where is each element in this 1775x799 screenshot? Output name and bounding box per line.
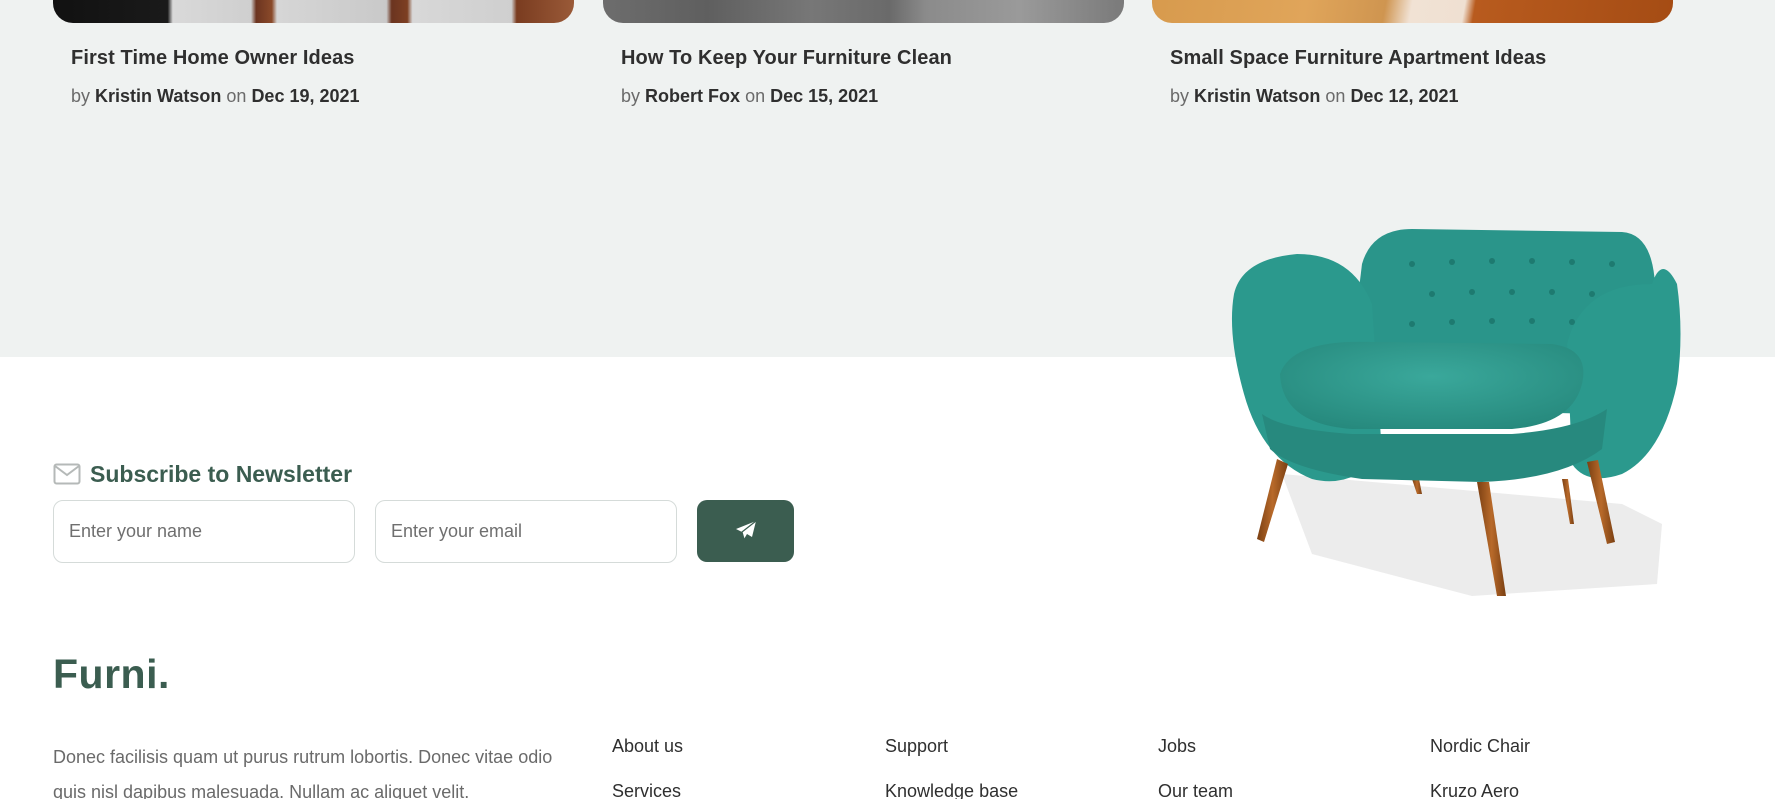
newsletter-section: Subscribe to Newsletter	[53, 458, 794, 563]
newsletter-form	[53, 500, 794, 563]
post-date: Dec 19, 2021	[251, 86, 360, 106]
post-author: Robert Fox	[645, 86, 741, 106]
post-date: Dec 15, 2021	[770, 86, 879, 106]
footer-link-column: About us Services	[612, 736, 852, 799]
footer-link-services[interactable]: Services	[612, 781, 681, 799]
footer-link-item: About us	[612, 736, 852, 781]
footer-link-kruzo-aero[interactable]: Kruzo Aero	[1430, 781, 1519, 799]
footer-link-about-us[interactable]: About us	[612, 736, 683, 756]
footer-link-jobs[interactable]: Jobs	[1158, 736, 1196, 756]
footer-link-nordic-chair[interactable]: Nordic Chair	[1430, 736, 1530, 756]
by-label: by	[71, 86, 91, 106]
newsletter-heading: Subscribe to Newsletter	[53, 458, 352, 490]
subscribe-button[interactable]	[697, 500, 794, 562]
armchair-illustration	[1231, 229, 1681, 596]
post-date: Dec 12, 2021	[1350, 86, 1459, 106]
email-input[interactable]	[375, 500, 677, 563]
footer-link-item: Our team	[1158, 781, 1398, 799]
by-label: by	[621, 86, 641, 106]
blog-post-meta: by Kristin Watson on Dec 12, 2021	[1170, 86, 1670, 107]
footer-link-item: Kruzo Aero	[1430, 781, 1670, 799]
footer-link-item: Support	[885, 736, 1125, 781]
footer-link-column: Nordic Chair Kruzo Aero	[1430, 736, 1670, 799]
footer-link-support[interactable]: Support	[885, 736, 948, 756]
blog-post-meta: by Kristin Watson on Dec 19, 2021	[71, 86, 571, 107]
name-input[interactable]	[53, 500, 355, 563]
footer-link-item: Nordic Chair	[1430, 736, 1670, 781]
post-author: Kristin Watson	[1194, 86, 1321, 106]
newsletter-title: Subscribe to Newsletter	[90, 460, 353, 487]
on-label: on	[1325, 86, 1346, 106]
blog-post-title[interactable]: How To Keep Your Furniture Clean	[621, 47, 1121, 70]
blog-post-title[interactable]: First Time Home Owner Ideas	[71, 47, 571, 70]
footer-link-column: Jobs Our team	[1158, 736, 1398, 799]
blog-post-body: First Time Home Owner Ideas by Kristin W…	[71, 47, 571, 107]
blog-post-meta: by Robert Fox on Dec 15, 2021	[621, 86, 1121, 107]
blog-post-title[interactable]: Small Space Furniture Apartment Ideas	[1170, 47, 1670, 70]
blog-post-body: How To Keep Your Furniture Clean by Robe…	[621, 47, 1121, 107]
paper-plane-icon	[735, 520, 757, 543]
footer-link-item: Jobs	[1158, 736, 1398, 781]
blog-post-image[interactable]	[603, 0, 1124, 23]
footer-logo[interactable]: Furni.	[53, 654, 170, 695]
on-label: on	[226, 86, 247, 106]
footer-link-our-team[interactable]: Our team	[1158, 781, 1233, 799]
footer-link-column: Support Knowledge base	[885, 736, 1125, 799]
blog-post-image[interactable]	[1152, 0, 1673, 23]
by-label: by	[1170, 86, 1190, 106]
footer-about-text: Donec facilisis quam ut purus rutrum lob…	[53, 747, 553, 799]
on-label: on	[745, 86, 766, 106]
footer-link-knowledge-base[interactable]: Knowledge base	[885, 781, 1018, 799]
footer-link-item: Knowledge base	[885, 781, 1125, 799]
post-author: Kristin Watson	[95, 86, 222, 106]
envelope-icon	[53, 463, 81, 485]
blog-post-body: Small Space Furniture Apartment Ideas by…	[1170, 47, 1670, 107]
footer-link-item: Services	[612, 781, 852, 799]
blog-post-image[interactable]	[53, 0, 574, 23]
page: First Time Home Owner Ideas by Kristin W…	[0, 0, 1775, 799]
